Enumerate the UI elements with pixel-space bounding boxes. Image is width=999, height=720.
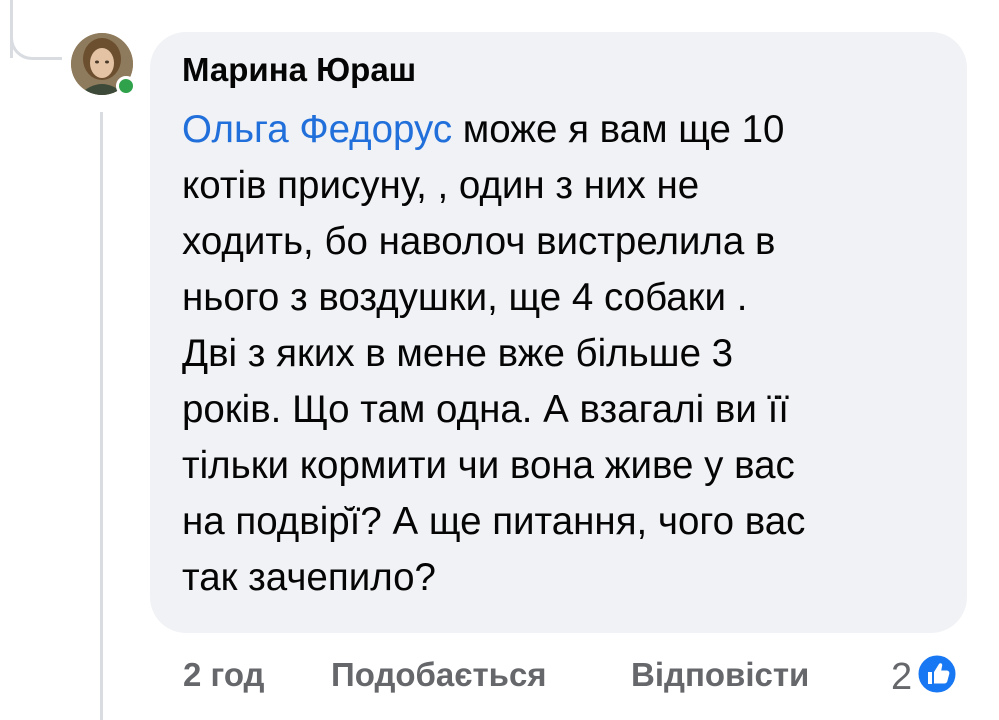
reply-thread-line	[100, 112, 103, 720]
timestamp-link[interactable]: 2 год	[183, 656, 265, 694]
comment-line-2: котів присуну, , один з них не	[182, 164, 700, 207]
comment-line-3: ходить, бо наволоч вистрелила в	[182, 220, 776, 263]
comment-line-5: Дві з яких в мене вже більше 3	[182, 332, 734, 375]
online-status-dot	[116, 76, 136, 96]
comment-line-7: тільки кормити чи вона живе у вас	[182, 444, 795, 487]
thumbs-up-icon[interactable]	[915, 652, 959, 696]
comment-bubble: Марина Юраш Ольга Федорус може я вам ще …	[150, 32, 967, 633]
comment-line-1: Ольга Федорус може я вам ще 10	[182, 102, 937, 158]
reply-button[interactable]: Відповісти	[631, 656, 809, 694]
comment-line-9: так зачепило?	[182, 556, 436, 599]
comment-line-4: нього з воздушки, ще 4 собаки .	[182, 276, 748, 319]
comment-line-1-text: може я вам ще 10	[452, 108, 785, 151]
reaction-count[interactable]: 2	[891, 656, 912, 699]
like-button[interactable]: Подобається	[331, 656, 547, 694]
comment-actions: 2 год Подобається Відповісти 2	[183, 652, 973, 702]
mention-link[interactable]: Ольга Федорус	[182, 108, 452, 151]
comment-author[interactable]: Марина Юраш	[182, 50, 937, 90]
comment-line-8: на подвір̆ї? А ще питання, чого вас	[182, 500, 806, 543]
thread-connector-curve	[10, 30, 62, 60]
comment-thread: Марина Юраш Ольга Федорус може я вам ще …	[0, 0, 999, 720]
comment-text: Ольга Федорус може я вам ще 10 котів при…	[182, 102, 937, 606]
comment-line-6: років. Що там одна. А взагалі ви її	[182, 388, 789, 431]
